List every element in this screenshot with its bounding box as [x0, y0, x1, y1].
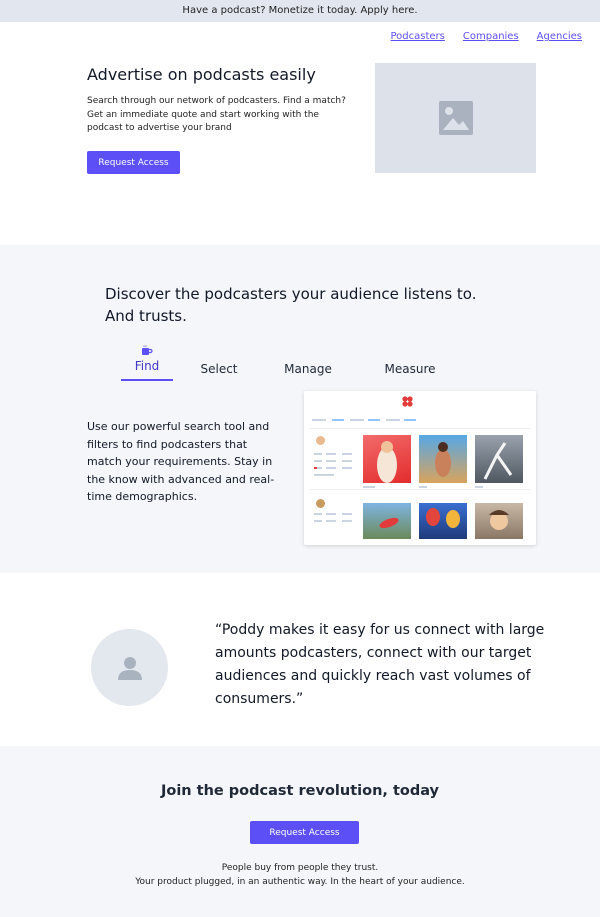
content-thumbnail [363, 503, 411, 539]
content-thumbnail [475, 503, 523, 539]
cta-section: Join the podcast revolution, today Reque… [0, 746, 600, 917]
dashboard-divider [310, 489, 530, 490]
tab-measure[interactable]: Measure [382, 362, 438, 376]
nav-link-podcasters[interactable]: Podcasters [391, 31, 445, 42]
podcaster-metrics [314, 513, 352, 522]
tab-manage[interactable]: Manage [282, 362, 334, 376]
tab-select[interactable]: Select [196, 362, 242, 376]
hero-description: Search through our network of podcasters… [87, 96, 346, 133]
nav-link-companies[interactable]: Companies [463, 31, 519, 42]
cta-title: Join the podcast revolution, today [160, 783, 440, 799]
testimonial-quote: “Poddy makes it easy for us connect with… [215, 622, 545, 707]
discover-title: Discover the podcasters your audience li… [105, 285, 477, 325]
content-thumbnail [419, 503, 467, 539]
dashboard-divider [310, 428, 530, 429]
content-thumbnail [475, 435, 523, 483]
cta-request-access-button[interactable]: Request Access [250, 821, 359, 844]
tab-find[interactable]: Find [121, 345, 173, 381]
user-icon [117, 656, 142, 680]
image-placeholder-icon [438, 101, 473, 135]
content-thumbnail [363, 435, 411, 483]
dashboard-screenshot [304, 391, 536, 545]
hero-title: Advertise on podcasts easily [87, 65, 316, 84]
podcaster-metrics [314, 453, 352, 476]
tab-find-label: Find [134, 359, 160, 373]
dashboard-stats-bar [312, 419, 416, 421]
discover-section: Discover the podcasters your audience li… [0, 245, 600, 573]
discover-description: Use our powerful search tool and filters… [87, 420, 275, 503]
cta-text-line-2: Your product plugged, in an authentic wa… [135, 876, 465, 887]
testimonial-avatar [91, 629, 168, 706]
cta-text-line-1: People buy from people they trust. [221, 863, 379, 873]
podcaster-avatar [316, 436, 325, 445]
cta-text: People buy from people they trust. Your … [0, 862, 600, 889]
nav-link-agencies[interactable]: Agencies [537, 31, 582, 42]
announcement-banner[interactable]: Have a podcast? Monetize it today. Apply… [0, 0, 600, 22]
request-access-button[interactable]: Request Access [87, 151, 180, 174]
brand-logo-icon [402, 396, 413, 407]
hero-image-placeholder [375, 63, 536, 173]
testimonial-section: “Poddy makes it easy for us connect with… [0, 573, 600, 746]
content-thumbnail [419, 435, 467, 483]
top-nav: Podcasters Companies Agencies [391, 31, 583, 42]
banner-text[interactable]: Have a podcast? Monetize it today. Apply… [182, 5, 417, 16]
coffee-cup-icon [142, 345, 153, 355]
podcaster-avatar [316, 499, 325, 508]
